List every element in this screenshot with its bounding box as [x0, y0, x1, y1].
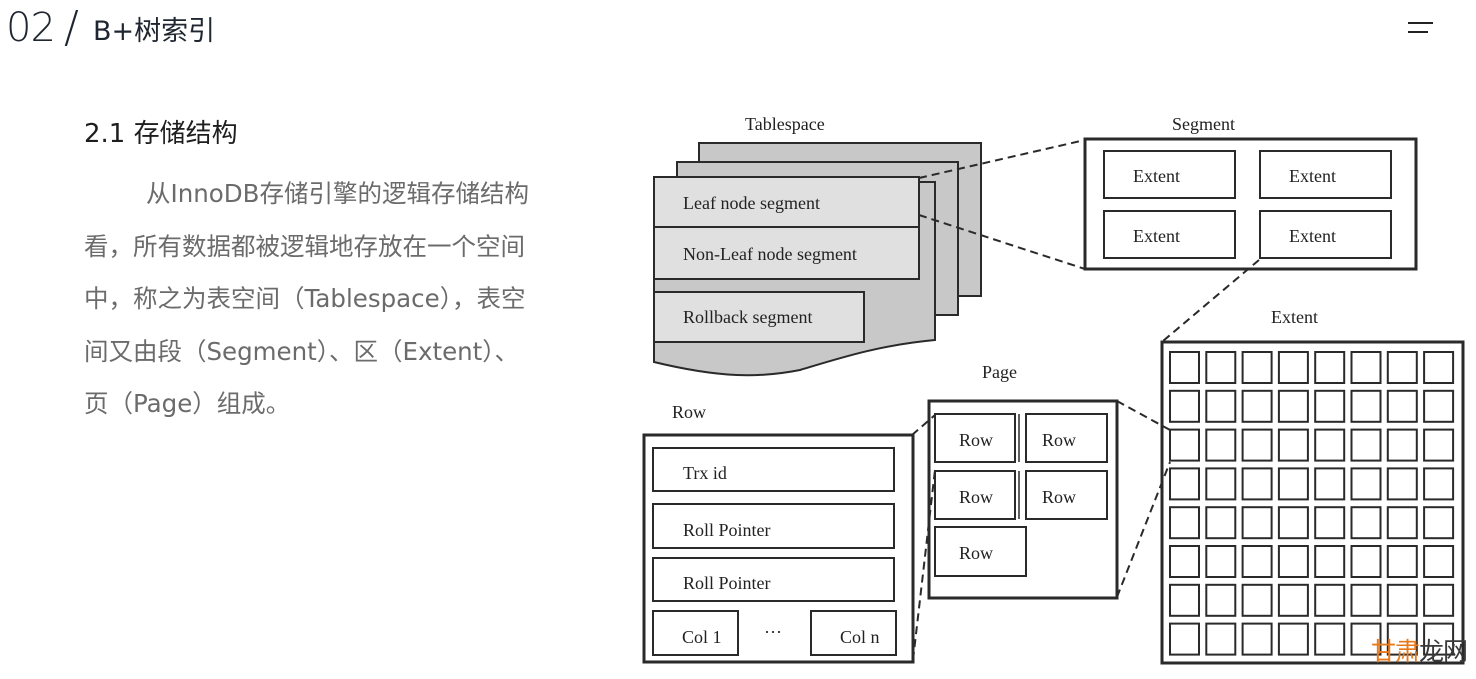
extent-page-cell	[1314, 622, 1346, 656]
connector-segment-to-extent	[1162, 259, 1260, 342]
row-field-label: Roll Pointer	[683, 520, 771, 540]
leaf-node-segment-label: Leaf node segment	[683, 193, 820, 213]
extent-page-cell	[1423, 506, 1455, 540]
extent-page-cell	[1277, 351, 1309, 384]
extent-page-cell	[1241, 351, 1273, 384]
extent-page-cell	[1350, 583, 1382, 617]
extent-page-cell	[1169, 583, 1200, 617]
extent-page-cell	[1314, 467, 1346, 501]
extent-page-cell	[1350, 506, 1382, 540]
extent-page-cell	[1314, 506, 1346, 540]
page-row-label: Row	[959, 487, 993, 507]
extent-page-cell	[1423, 583, 1455, 617]
extent-page-cell	[1386, 428, 1418, 462]
extent-page-cell	[1350, 428, 1382, 462]
row-title: Row	[672, 402, 706, 422]
extent-page-cell	[1277, 545, 1309, 578]
extent-page-cell	[1350, 389, 1382, 423]
segment-extent-label: Extent	[1289, 166, 1336, 186]
extent-page-cell	[1386, 351, 1418, 384]
storage-structure-diagram: Tablespace Leaf node segment Non-Leaf no…	[642, 114, 1465, 665]
extent-page-cell	[1241, 583, 1273, 617]
extent-page-cell	[1386, 506, 1418, 540]
watermark: 甘肃龙网	[1371, 636, 1468, 668]
extent-page-cell	[1205, 583, 1237, 617]
page-group: Page Row Row Row Row Row	[927, 362, 1119, 600]
extent-page-cell	[1314, 428, 1346, 462]
extent-page-cell	[1241, 467, 1273, 501]
rollback-segment-label: Rollback segment	[683, 307, 812, 327]
page-title-label: Page	[982, 362, 1017, 382]
extent-page-cell	[1277, 467, 1309, 501]
extent-page-cell	[1205, 428, 1237, 462]
extent-page-cell	[1169, 506, 1200, 540]
watermark-part-a: 甘肃	[1371, 637, 1420, 666]
extent-page-cell	[1386, 467, 1418, 501]
extent-page-cell	[1423, 467, 1455, 501]
extent-page-cell	[1169, 545, 1200, 578]
extent-page-cell	[1169, 428, 1200, 462]
extent-page-cell	[1205, 622, 1237, 656]
extent-page-cell	[1423, 428, 1455, 462]
extent-page-cell	[1386, 583, 1418, 617]
extent-page-cell	[1169, 389, 1200, 423]
extent-page-cell	[1350, 351, 1382, 384]
segment-extent-label: Extent	[1133, 166, 1180, 186]
extent-page-cell	[1350, 467, 1382, 501]
extent-page-cell	[1314, 389, 1346, 423]
row-group: Row Trx id Roll Pointer Roll Pointer Col…	[642, 402, 915, 664]
segment-extent-label: Extent	[1133, 226, 1180, 246]
extent-page-cell	[1277, 583, 1309, 617]
extent-page-cell	[1241, 506, 1273, 540]
extent-page-cell	[1314, 545, 1346, 578]
extent-page-cell	[1241, 622, 1273, 656]
tablespace-group: Tablespace Leaf node segment Non-Leaf no…	[653, 114, 982, 377]
extent-page-cell	[1277, 622, 1309, 656]
tablespace-title: Tablespace	[745, 114, 825, 134]
extent-page-cell	[1350, 545, 1382, 578]
extent-page-cell	[1169, 622, 1200, 656]
extent-page-cell	[1423, 545, 1455, 578]
extent-page-cell	[1386, 389, 1418, 423]
extent-page-cell	[1241, 545, 1273, 578]
extent-page-cell	[1277, 428, 1309, 462]
row-col-first-label: Col 1	[682, 627, 722, 647]
row-field-label: Trx id	[683, 463, 727, 483]
extent-page-cell	[1205, 545, 1237, 578]
row-col-ellipsis: ···	[764, 622, 782, 642]
extent-page-cell	[1205, 467, 1237, 501]
extent-page-cell	[1205, 351, 1237, 384]
non-leaf-node-segment-label: Non-Leaf node segment	[683, 244, 857, 264]
extent-group: Extent	[1160, 307, 1465, 665]
extent-page-cell	[1386, 545, 1418, 578]
extent-page-cell	[1241, 389, 1273, 423]
page-row-label: Row	[1042, 430, 1076, 450]
extent-page-cell	[1314, 351, 1346, 384]
row-field-label: Roll Pointer	[683, 573, 771, 593]
extent-page-cell	[1423, 351, 1455, 384]
segment-extent-label: Extent	[1289, 226, 1336, 246]
extent-page-cell	[1277, 506, 1309, 540]
extent-page-cell	[1277, 389, 1309, 423]
page-row-label: Row	[1042, 487, 1076, 507]
watermark-part-b: 龙网	[1419, 637, 1468, 666]
extent-page-cell	[1169, 467, 1200, 501]
extent-page-cell	[1205, 506, 1237, 540]
extent-page-cell	[1314, 583, 1346, 617]
extent-title: Extent	[1271, 307, 1318, 327]
page-row-label: Row	[959, 430, 993, 450]
page-row-label: Row	[959, 543, 993, 563]
extent-page-cell	[1241, 428, 1273, 462]
segment-group: Segment Extent Extent Extent Extent	[1083, 114, 1418, 271]
segment-title: Segment	[1172, 114, 1235, 134]
row-col-last-label: Col n	[840, 627, 880, 647]
extent-page-cell	[1423, 389, 1455, 423]
extent-page-cell	[1205, 389, 1237, 423]
extent-page-cell	[1169, 351, 1200, 384]
